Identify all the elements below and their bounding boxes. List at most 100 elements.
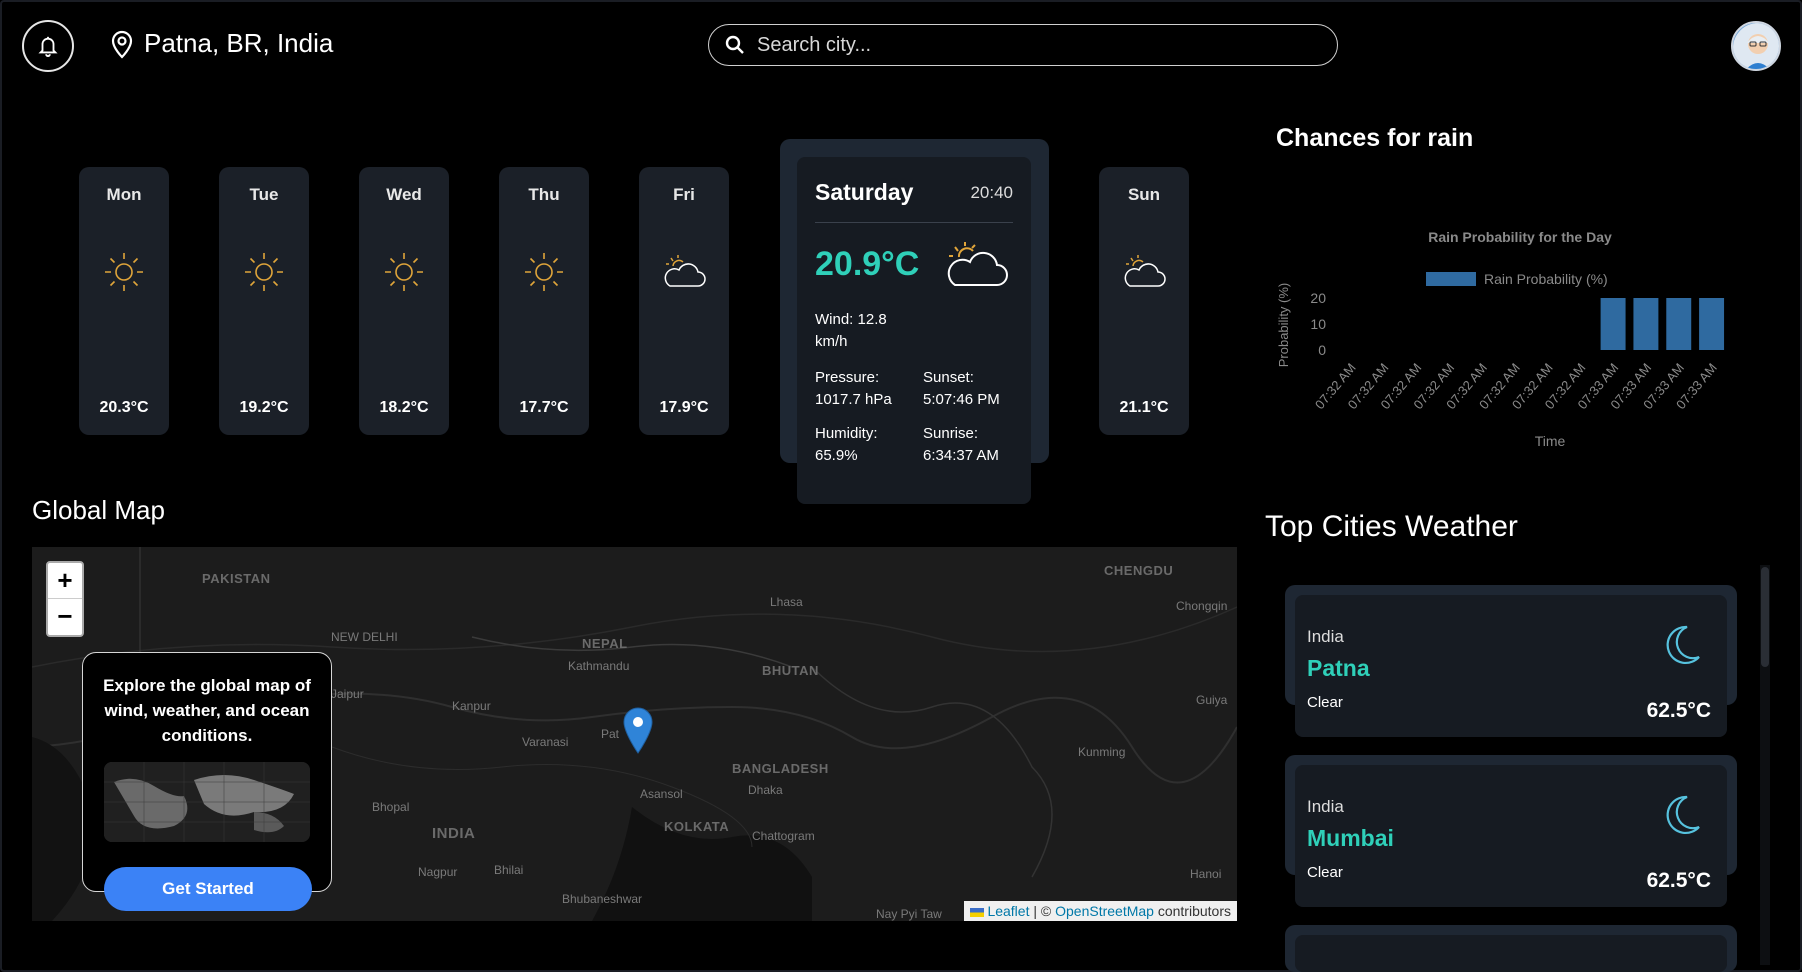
map-label: PAKISTAN (202, 571, 271, 586)
forecast-day: Mon (106, 185, 142, 204)
attribution-text: contributors (1153, 903, 1231, 919)
forecast-temp: 17.7°C (519, 399, 569, 416)
forecast-card-fri[interactable]: Fri 17.9°C (639, 167, 729, 435)
current-location: Patna, BR, India (110, 28, 333, 59)
map-label: Lhasa (770, 595, 803, 609)
scrollbar-thumb[interactable] (1761, 567, 1769, 667)
city-name: Patna (1307, 655, 1370, 681)
today-card[interactable]: Saturday 20:40 20.9°C Wind: 12.8 km/h Pr… (797, 157, 1031, 504)
today-temp: 20.9°C (815, 244, 920, 283)
city-country: India (1307, 797, 1344, 816)
partly-cloudy-icon (639, 247, 729, 297)
attribution-separator: | © (1029, 903, 1056, 919)
cities-section-title: Top Cities Weather (1265, 510, 1518, 543)
city-country: India (1307, 627, 1344, 646)
forecast-temp: 21.1°C (1119, 399, 1169, 416)
forecast-temp: 20.3°C (99, 399, 149, 416)
today-day: Saturday (815, 179, 914, 205)
map-label: Hanoi (1190, 867, 1222, 881)
moon-icon (1666, 795, 1700, 835)
user-avatar[interactable] (1731, 21, 1781, 71)
city-card-mumbai[interactable]: India Mumbai Clear 62.5°C (1295, 765, 1727, 907)
global-map[interactable]: PAKISTAN NEW DELHI NEPAL Kathmandu BHUTA… (32, 547, 1237, 921)
forecast-day: Sun (1127, 185, 1161, 204)
partly-cloudy-icon (1099, 247, 1189, 297)
map-label: Asansol (640, 787, 683, 801)
map-zoom-control: + − (46, 561, 84, 637)
forecast-day: Fri (673, 185, 695, 204)
map-marker-icon[interactable] (622, 707, 654, 755)
humidity-label: Humidity: (815, 425, 878, 442)
city-temp: 62.5°C (1646, 699, 1711, 722)
map-label: NEW DELHI (331, 630, 398, 644)
forecast-card-wed[interactable]: Wed 18.2°C (359, 167, 449, 435)
pressure-value: 1017.7 hPa (815, 391, 892, 408)
y-tick-label: 20 (1310, 290, 1326, 306)
today-time: 20:40 (970, 182, 1013, 202)
partly-cloudy-icon (947, 242, 1008, 286)
map-label: Bhubaneshwar (562, 892, 643, 906)
humidity-info: Humidity: 65.9% (815, 423, 923, 467)
y-axis-label: Probability (%) (1276, 283, 1291, 368)
forecast-card-sun[interactable]: Sun 21.1°C (1099, 167, 1189, 435)
cities-scrollbar[interactable] (1760, 565, 1770, 965)
rain-bar (1600, 298, 1626, 350)
search-icon (725, 35, 744, 54)
city-card-partial[interactable] (1295, 935, 1727, 972)
map-label: BANGLADESH (732, 761, 829, 776)
notification-bell-button[interactable] (22, 20, 74, 72)
map-label: Chattogram (752, 829, 815, 843)
map-label: KOLKATA (664, 819, 730, 834)
sun-icon (219, 247, 309, 297)
get-started-button[interactable]: Get Started (104, 867, 312, 911)
location-text: Patna, BR, India (144, 28, 334, 58)
sunset-label: Sunset: (923, 369, 974, 386)
rain-probability-chart: Rain Probability for the Day Rain Probabi… (1276, 229, 1725, 449)
humidity-value: 65.9% (815, 447, 858, 464)
map-label: Varanasi (522, 735, 569, 749)
sun-icon (359, 247, 449, 297)
map-label: CHENGDU (1104, 563, 1174, 578)
rain-bar (1699, 298, 1725, 350)
forecast-temp: 19.2°C (239, 399, 289, 416)
forecast-day: Wed (386, 185, 422, 204)
explore-text: Explore the global map of wind, weather,… (103, 676, 311, 745)
x-axis-label: Time (1535, 433, 1566, 449)
explore-map-panel: Explore the global map of wind, weather,… (82, 652, 332, 892)
search-input[interactable] (757, 33, 1297, 57)
forecast-card-tue[interactable]: Tue 19.2°C (219, 167, 309, 435)
sunset-info: Sunset: 5:07:46 PM (923, 367, 1023, 411)
city-temp: 62.5°C (1646, 869, 1711, 892)
city-name: Mumbai (1307, 825, 1394, 851)
osm-link[interactable]: OpenStreetMap (1055, 903, 1154, 919)
zoom-in-button[interactable]: + (48, 563, 82, 599)
map-label: NEPAL (582, 636, 628, 651)
forecast-card-thu[interactable]: Thu 17.7°C (499, 167, 589, 435)
map-label: Nagpur (418, 865, 458, 879)
sun-icon (79, 247, 169, 297)
forecast-temp: 17.9°C (659, 399, 709, 416)
map-label: Nay Pyi Taw (876, 907, 942, 921)
search-bar[interactable] (708, 24, 1338, 66)
zoom-out-button[interactable]: − (48, 599, 82, 635)
sunrise-label: Sunrise: (923, 425, 979, 442)
sunrise-value: 6:34:37 AM (923, 447, 999, 464)
wind-label: Wind: (815, 311, 854, 328)
sunrise-info: Sunrise: 6:34:37 AM (923, 423, 1023, 467)
y-tick-label: 0 (1318, 342, 1326, 358)
city-card-patna[interactable]: India Patna Clear 62.5°C (1295, 595, 1727, 737)
pressure-info: Pressure: 1017.7 hPa (815, 367, 923, 411)
forecast-day: Tue (249, 185, 279, 204)
rain-bar (1666, 298, 1692, 350)
sun-icon (499, 247, 589, 297)
leaflet-link[interactable]: Leaflet (987, 903, 1029, 919)
sunset-value: 5:07:46 PM (923, 391, 1000, 408)
ukraine-flag-icon (969, 907, 984, 917)
y-tick-label: 10 (1310, 316, 1326, 332)
moon-icon (1666, 625, 1700, 665)
rain-section-title: Chances for rain (1276, 124, 1474, 152)
forecast-card-mon[interactable]: Mon 20.3°C (79, 167, 169, 435)
forecast-temp: 18.2°C (379, 399, 429, 416)
map-label: Kanpur (452, 699, 491, 713)
map-label: Kathmandu (568, 659, 630, 673)
